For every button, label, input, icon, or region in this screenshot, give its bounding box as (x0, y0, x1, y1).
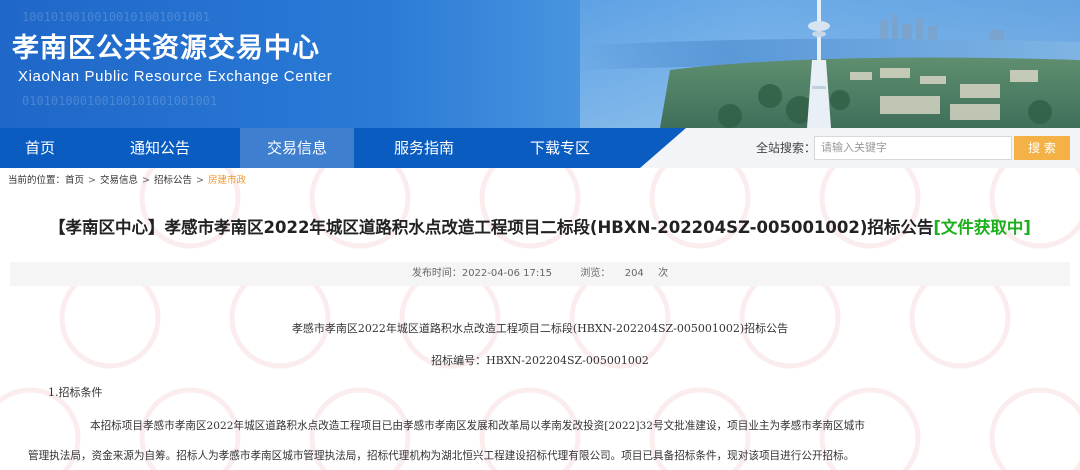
nav-item-notices[interactable]: 通知公告 (80, 128, 240, 168)
publish-time-value: 2022-04-06 17:15 (461, 268, 552, 279)
article-meta-bar: 发布时间：2022-04-06 17:15 浏览： 204 次 (10, 262, 1070, 286)
paragraph-line: 本招标项目孝感市孝南区2022年城区道路积水点改造工程项目已由孝感市孝南区发展和… (90, 420, 865, 432)
breadcrumb-separator: > (196, 175, 204, 186)
breadcrumb-item-home[interactable]: 首页 (65, 172, 84, 190)
site-title[interactable]: 孝南区公共资源交易中心 (12, 26, 320, 65)
search-button[interactable]: 搜 索 (1014, 136, 1070, 160)
article-title: 【孝南区中心】孝感市孝南区2022年城区道路积水点改造工程项目二标段(HBXN-… (0, 214, 1080, 238)
views-label: 浏览： (580, 268, 611, 279)
nav-item-home[interactable]: 首页 (0, 128, 80, 168)
body-subtitle: 孝感市孝南区2022年城区道路积水点改造工程项目二标段(HBXN-202204S… (291, 322, 789, 335)
publish-time-label: 发布时间： (411, 268, 462, 279)
site-subtitle: XiaoNan Public Resource Exchange Center (18, 68, 333, 85)
breadcrumb: 当前的位置： 首页 > 交易信息 > 招标公告 > 房建市政 (8, 172, 246, 190)
breadcrumb-prefix: 当前的位置： (8, 175, 66, 186)
search-label: 全站搜索： (756, 141, 817, 155)
views-count: 204 (624, 268, 644, 279)
header-binary-decoration-1: 10010100100100101001001001 (22, 10, 210, 24)
nav-item-service-guide[interactable]: 服务指南 (354, 128, 494, 168)
body-bid-code: 招标编号：HBXN-202204SZ-005001002 (431, 354, 649, 367)
site-header: 10010100100100101001001001 0101010001001… (0, 0, 1080, 128)
article-status-tag: [文件获取中] (933, 218, 1031, 237)
header-binary-decoration-2: 010101000100100101001001001 (22, 94, 218, 108)
main-nav: 首页 通知公告 交易信息 服务指南 下载专区 全站搜索： 请输入关键字 搜 索 (0, 128, 1080, 168)
breadcrumb-item-bid-notice[interactable]: 招标公告 (154, 172, 192, 190)
breadcrumb-item-current[interactable]: 房建市政 (208, 172, 246, 190)
nav-item-trade-info[interactable]: 交易信息 (240, 128, 354, 168)
nav-item-downloads[interactable]: 下载专区 (494, 128, 626, 168)
section-heading: 1.招标条件 (48, 386, 103, 399)
views-unit: 次 (658, 268, 669, 279)
breadcrumb-separator: > (142, 175, 150, 186)
article-title-text: 【孝南区中心】孝感市孝南区2022年城区道路积水点改造工程项目二标段(HBXN-… (49, 218, 934, 237)
header-city-tower-image (580, 0, 1080, 128)
paragraph-line: 管理执法局，资金来源为自筹。招标人为孝感市孝南区城市管理执法局，招标代理机构为湖… (28, 450, 855, 462)
search-input[interactable]: 请输入关键字 (814, 136, 1012, 160)
breadcrumb-item-trade-info[interactable]: 交易信息 (100, 172, 138, 190)
breadcrumb-separator: > (88, 175, 96, 186)
